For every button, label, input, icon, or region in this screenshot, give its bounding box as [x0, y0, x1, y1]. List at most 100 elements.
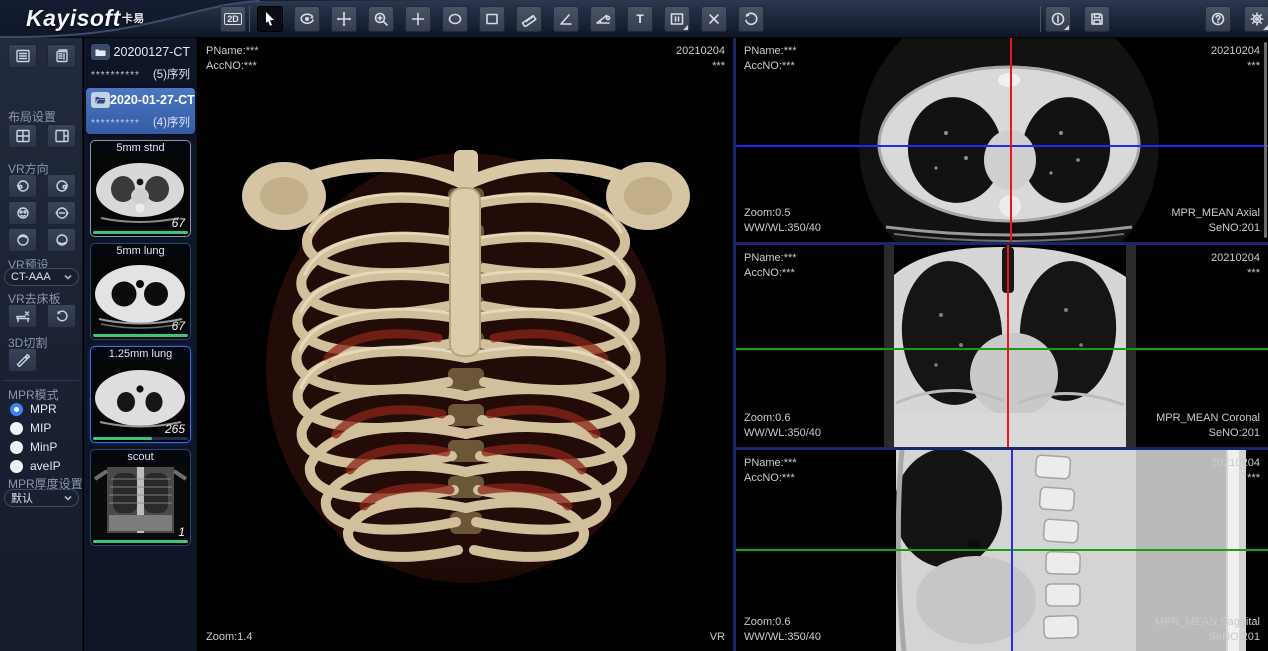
cobb-angle-button[interactable] — [590, 6, 616, 32]
series-thumbnail-125mm-lung[interactable]: 1.25mm lung 265 — [90, 346, 191, 443]
study-date-text: 20210204 — [1211, 44, 1260, 59]
vr-3d-viewport[interactable]: PName:*** AccNO:*** 20210204 *** Zoom:1.… — [198, 38, 733, 651]
rotate-3d-tool-button[interactable] — [294, 6, 320, 32]
stack-scrollbar[interactable] — [1264, 42, 1267, 238]
vr-head-bottom-button[interactable] — [47, 228, 76, 252]
thumbnail-image-count: 1 — [178, 525, 185, 539]
seno-text: SeNO:201 — [1155, 630, 1260, 645]
crosshair-tool-button[interactable] — [405, 6, 431, 32]
axial-crosshair-vertical-red[interactable] — [1010, 38, 1012, 242]
vr-mode-overlay: VR — [710, 630, 725, 645]
toolbar-separator — [1040, 6, 1041, 32]
scalpel-cut-button[interactable] — [8, 348, 37, 372]
axial-crosshair-horizontal-blue[interactable] — [736, 145, 1268, 147]
thumbnail-image-count: 67 — [172, 216, 185, 230]
zoom-in-icon — [373, 11, 389, 27]
sagittal-date-overlay: 20210204 *** — [1211, 456, 1260, 486]
vr-preset-value: CT-AAA — [11, 271, 64, 283]
coronal-date-overlay: 20210204 *** — [1211, 251, 1260, 281]
cursor-icon — [262, 11, 278, 27]
save-disk-icon — [1089, 11, 1105, 27]
series-thumbnail-5mm-lung[interactable]: 5mm lung 67 — [90, 243, 191, 340]
sagittal-crosshair-horizontal-green[interactable] — [736, 549, 1268, 551]
axial-date-overlay: 20210204 *** — [1211, 44, 1260, 74]
sagittal-crosshair-vertical-blue[interactable] — [1011, 450, 1013, 651]
reset-rotate-icon — [54, 309, 70, 323]
vr-face-back-button[interactable] — [47, 201, 76, 225]
rectangle-annotation-button[interactable] — [479, 6, 505, 32]
2d-view-button[interactable]: 2D — [220, 6, 246, 32]
reset-button[interactable] — [738, 6, 764, 32]
ellipse-annotation-button[interactable] — [442, 6, 468, 32]
mpr-sagittal-viewport[interactable]: PName:*** AccNO:*** 20210204 *** Zoom:0.… — [736, 450, 1268, 651]
report-button[interactable] — [1045, 6, 1071, 32]
study-date-text: 20210204 — [1211, 456, 1260, 471]
radio-minp[interactable]: MinP — [10, 440, 57, 454]
accno-text: AccNO:*** — [744, 471, 797, 486]
coronal-mode-overlay: MPR_MEAN Coronal SeNO:201 — [1156, 411, 1260, 441]
render-mode-text: MPR_MEAN Coronal — [1156, 411, 1260, 426]
viewport-divider-vertical — [733, 38, 736, 651]
bed-reset-button[interactable] — [47, 304, 76, 328]
load-progress-fill — [93, 540, 188, 543]
coronal-patient-overlay: PName:*** AccNO:*** — [744, 251, 797, 281]
layout-report-view-button[interactable] — [8, 44, 37, 68]
chevron-down-icon — [64, 495, 72, 501]
pan-icon — [336, 11, 352, 27]
cursor-tool-button[interactable] — [257, 6, 283, 32]
study-item-1[interactable]: 20200127-CT ********** (5)序列 — [86, 40, 195, 86]
radio-aveip[interactable]: aveIP — [10, 459, 61, 473]
radio-mip[interactable]: MIP — [10, 421, 51, 435]
angle-icon — [558, 11, 574, 27]
series-thumbnail-5mm-stnd[interactable]: 5mm stnd 67 — [90, 140, 191, 237]
seno-text: SeNO:201 — [1156, 426, 1260, 441]
vr-head-left-button[interactable] — [8, 174, 37, 198]
text-annotation-button[interactable]: T — [627, 6, 653, 32]
close-x-icon — [706, 11, 722, 27]
save-button[interactable] — [1084, 6, 1110, 32]
2d-icon: 2D — [224, 13, 242, 25]
remove-bed-button[interactable] — [8, 304, 37, 328]
zoom-text: Zoom:1.4 — [206, 630, 252, 645]
pan-tool-button[interactable] — [331, 6, 357, 32]
delete-annotation-button[interactable] — [701, 6, 727, 32]
masked-text: *** — [676, 59, 725, 74]
image-info-button[interactable] — [664, 6, 690, 32]
vr-head-right-button[interactable] — [47, 174, 76, 198]
series-thumbnail-scout[interactable]: scout 1 — [90, 449, 191, 546]
mpr-thickness-select[interactable]: 默认 — [4, 489, 79, 507]
help-button[interactable] — [1205, 6, 1231, 32]
load-progress-fill — [93, 334, 188, 337]
coronal-crosshair-vertical-red[interactable] — [1007, 245, 1009, 447]
sagittal-mode-overlay: MPR_MEAN Saggital SeNO:201 — [1155, 615, 1260, 645]
layout-main-plus-stack-button[interactable] — [47, 124, 76, 148]
thumbnail-label: 5mm stnd — [91, 141, 190, 155]
zoom-tool-button[interactable] — [368, 6, 394, 32]
vr-preset-select[interactable]: CT-AAA — [4, 268, 79, 286]
coronal-crosshair-horizontal-green[interactable] — [736, 348, 1268, 350]
toolbar-separator — [249, 6, 250, 32]
mpr-mode-section-label: MPR模式 — [8, 386, 59, 403]
series-browser-panel: 20200127-CT ********** (5)序列 2020-01-27-… — [84, 38, 197, 651]
protractor-icon — [595, 11, 611, 27]
radio-mpr[interactable]: MPR — [10, 402, 57, 416]
vr-face-front-button[interactable] — [8, 201, 37, 225]
mpr-axial-viewport[interactable]: PName:*** AccNO:*** 20210204 *** Zoom:0.… — [736, 38, 1268, 242]
layout-grid-2x2-button[interactable] — [8, 124, 37, 148]
mpr-coronal-viewport[interactable]: PName:*** AccNO:*** 20210204 *** Zoom:0.… — [736, 245, 1268, 447]
layout-thumbnail-view-button[interactable] — [47, 44, 76, 68]
chevron-down-icon — [64, 274, 72, 280]
study-item-2[interactable]: 2020-01-27-CT ********** (4)序列 — [86, 88, 195, 134]
settings-button[interactable] — [1244, 6, 1268, 32]
layout-panel-icon — [54, 49, 70, 63]
text-icon: T — [636, 12, 643, 26]
head-top-icon — [15, 233, 31, 247]
left-control-sidebar: 布局设置 VR方向 VR预设 CT-AAA VR去床 — [0, 38, 83, 651]
ct-viewer-app: Kayisoft卡易 2D T — [0, 0, 1268, 651]
angle-measure-button[interactable] — [553, 6, 579, 32]
head-right-icon — [54, 179, 70, 193]
vr-head-top-button[interactable] — [8, 228, 37, 252]
pname-text: PName:*** — [744, 251, 797, 266]
length-measure-button[interactable] — [516, 6, 542, 32]
pname-text: PName:*** — [206, 44, 259, 59]
